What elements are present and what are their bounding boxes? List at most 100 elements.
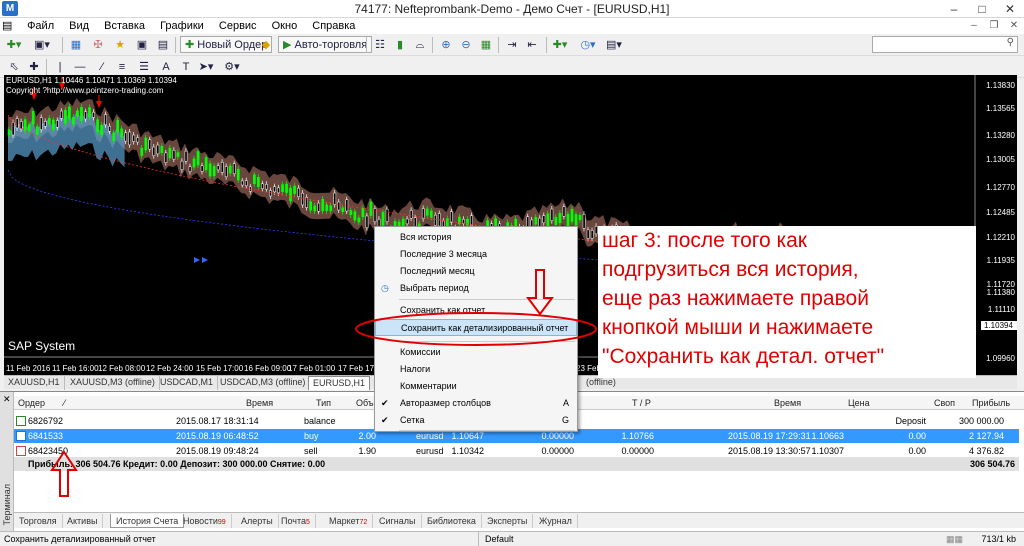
line-chart-icon[interactable]: ⌓ [412,37,428,53]
trendline-icon[interactable]: ∕ [94,59,110,75]
zoom-out-icon[interactable]: ⊖ [458,37,474,53]
calendar-icon: ◷ [381,283,389,293]
context-menu-item[interactable]: ◷ Выбрать период [375,280,577,297]
menu-charts[interactable]: Графики [154,18,210,34]
terminal-tab[interactable]: История Счета [110,514,185,528]
terminal-tab[interactable]: Алерты [236,514,279,528]
table-row[interactable]: 68423450 2015.08.19 09:48:24 sell 1.90 eurus… [14,444,1019,458]
toolbar-separator [46,59,47,75]
menu-file[interactable]: Файл [21,18,60,34]
menu-help[interactable]: Справка [306,18,361,34]
tile-windows-icon[interactable]: ▦ [478,37,494,53]
crosshair-icon[interactable]: ✚ [26,59,42,75]
terminal-icon[interactable]: ▣ [134,37,150,53]
chart-tab[interactable]: USDCAD,M3 (offline) [216,376,311,390]
vertical-line-icon[interactable]: | [52,59,68,75]
text-tool-icon[interactable]: A [158,59,174,75]
terminal-label: Терминал [2,484,12,526]
column-price[interactable]: Цена [848,396,870,410]
periods-toolbar-icon[interactable]: ⚙▾ [224,59,240,75]
chart-tab-active[interactable]: EURUSD,H1 [308,376,371,390]
context-menu-item[interactable]: Сохранить как отчет [375,302,577,319]
maximize-button[interactable]: □ [968,0,996,18]
column-type[interactable]: Тип [316,396,331,410]
autotrading-button[interactable]: ▶ Авто-торговля [278,36,373,53]
channel-icon[interactable]: ≡ [114,59,130,75]
column-swap[interactable]: Своп [934,396,955,410]
terminal-tab[interactable]: Активы [62,514,104,528]
terminal-tab[interactable]: Почта5 [276,514,316,528]
bar-chart-icon[interactable]: ☷ [372,37,388,53]
market-watch-icon[interactable]: ▦ [68,37,84,53]
terminal-tab[interactable]: Сигналы [374,514,422,528]
new-chart-icon[interactable]: ✚▾ [6,37,22,53]
menu-view[interactable]: Вид [63,18,95,34]
menu-insert[interactable]: Вставка [98,18,151,34]
context-menu-item[interactable]: Последние 3 месяца [375,246,577,263]
context-menu-item[interactable]: Вся история [375,229,577,246]
column-order[interactable]: Ордер ⁄ [18,396,65,410]
terminal-tab[interactable]: Торговля [14,514,63,528]
context-menu-item[interactable]: ✔ Авторазмер столбцов A [375,395,577,412]
context-menu-item[interactable]: Комментарии [375,378,577,395]
doc-close-button[interactable]: ✕ [1004,18,1024,34]
periods-icon[interactable]: ◷▾ [580,37,596,53]
chart-tab[interactable]: XAUUSD,M3 (offline) [66,376,160,390]
profiles-icon[interactable]: ▣▾ [34,37,50,53]
close-button[interactable]: ✕ [996,0,1024,18]
chart-tab[interactable]: USDCAD,M1 [156,376,219,390]
doc-restore-button[interactable]: ❐ [984,18,1004,34]
menu-window[interactable]: Окно [266,18,304,34]
terminal-tab-label: Эксперты [487,516,528,526]
data-window-icon[interactable]: ✠ [90,37,106,53]
horizontal-line-icon[interactable]: — [72,59,88,75]
zoom-in-icon[interactable]: ⊕ [438,37,454,53]
indicators-icon[interactable]: ✚▾ [552,37,568,53]
templates-icon[interactable]: ▤▾ [606,37,622,53]
candle-body [176,152,180,157]
chart-tab[interactable]: (offline) [582,376,620,390]
candle-body [88,107,91,118]
context-menu-item[interactable]: Сохранить как детализированный отчет [375,319,577,336]
terminal-tab[interactable]: Журнал [534,514,578,528]
terminal-tab[interactable]: Эксперты [482,514,534,528]
column-tp[interactable]: T / P [632,396,651,410]
terminal-tab[interactable]: Новости99 [178,514,232,528]
context-menu-item[interactable]: Последний месяц [375,263,577,280]
doc-icon[interactable]: ▤ [0,18,18,34]
context-menu-item[interactable]: Комиссии [375,344,577,361]
menu-tools[interactable]: Сервис [213,18,263,34]
fibonacci-icon[interactable]: ☰ [136,59,152,75]
column-close-time[interactable]: Время [774,396,801,410]
autoscroll-icon[interactable]: ⇥ [504,37,520,53]
candle-body [92,111,95,118]
search-input[interactable]: ⚲ [872,36,1018,53]
candles-icon[interactable]: ▮ [392,37,408,53]
terminal-tab[interactable]: Библиотека [422,514,482,528]
cell-profit: 300 000.00 [958,416,1004,426]
terminal-tab[interactable]: Маркет72 [324,514,374,528]
tester-icon[interactable]: ▤ [155,37,171,53]
context-menu-item[interactable]: ✔ Сетка G [375,412,577,429]
text-label-icon[interactable]: T [178,59,194,75]
chart-shift-icon[interactable]: ⇤ [524,37,540,53]
toolbar-separator [546,37,547,53]
cell-swap: Deposit [895,416,926,426]
column-time[interactable]: Время [246,396,273,410]
arrows-icon[interactable]: ➤▾ [198,59,214,75]
context-menu-item[interactable]: Налоги [375,361,577,378]
chart-tab[interactable]: XAUUSD,H1 [4,376,65,390]
column-profit[interactable]: Прибыль [972,396,1010,410]
terminal-tab-label: Активы [67,516,98,526]
doc-minimize-button[interactable]: – [964,18,984,34]
candle-body [212,165,216,177]
metaeditor-icon[interactable]: ◆ [258,37,274,53]
cell-sl: 0.00000 [541,446,574,456]
navigator-icon[interactable]: ★ [112,37,128,53]
toolbar-separator [175,37,176,53]
minimize-button[interactable]: – [940,0,968,18]
terminal-close-icon[interactable]: ✕ [3,394,11,405]
shortcut-key: G [561,415,569,425]
candle-body [429,210,433,218]
cursor-icon[interactable]: ⬁ [6,59,22,75]
